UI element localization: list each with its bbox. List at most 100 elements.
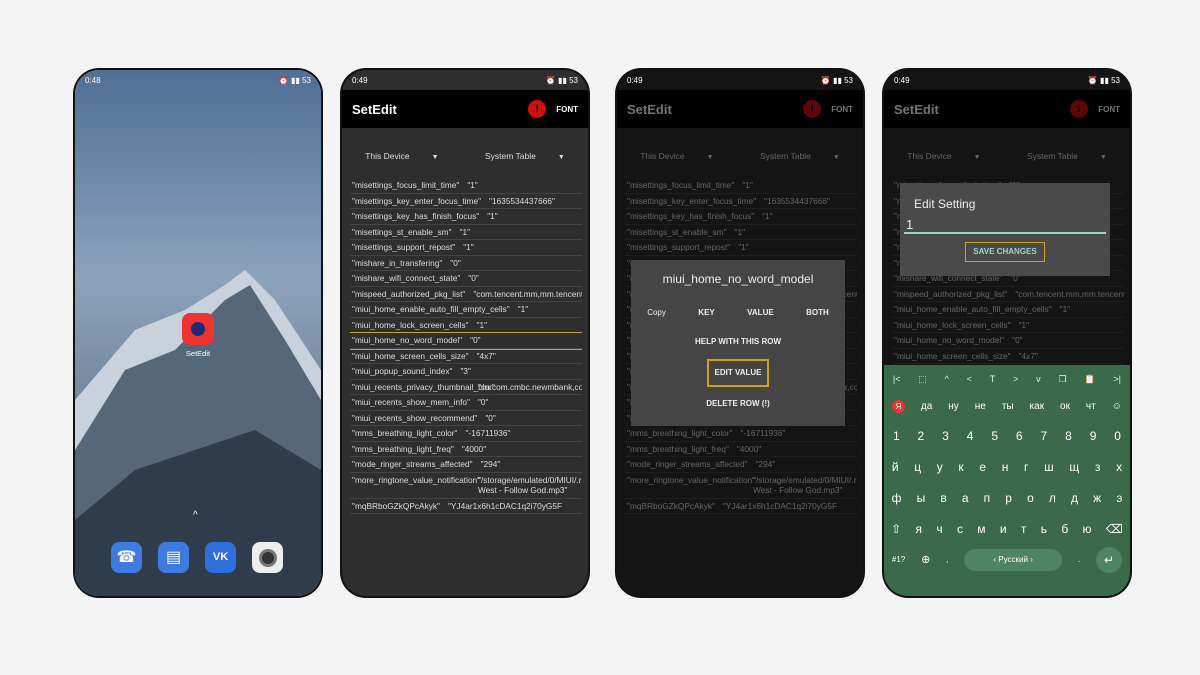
setting-row[interactable]: "miui_home_screen_cells_size" "4x7": [350, 349, 582, 364]
copy-both-button[interactable]: BOTH: [806, 308, 829, 317]
setting-row[interactable]: "miui_recents_show_mem_info" "0": [350, 395, 582, 411]
phone-app-icon[interactable]: ☎: [111, 542, 142, 573]
setting-row[interactable]: "miui_recents_show_recommend" "0": [350, 411, 582, 426]
help-button[interactable]: HELP WITH THIS ROW: [631, 337, 845, 346]
key[interactable]: >: [1013, 374, 1018, 384]
backspace-icon[interactable]: ⌫: [1106, 522, 1123, 536]
chevron-up-icon[interactable]: ^: [193, 510, 198, 521]
symbols-key[interactable]: #1?: [892, 555, 905, 564]
globe-icon[interactable]: ⊕: [921, 553, 930, 566]
font-button[interactable]: FONT: [556, 105, 578, 114]
key[interactable]: р: [1005, 491, 1012, 505]
key[interactable]: д: [1071, 491, 1078, 505]
key[interactable]: ж: [1093, 491, 1101, 505]
key[interactable]: 📋: [1084, 374, 1095, 385]
key[interactable]: б: [1061, 522, 1068, 536]
setting-row[interactable]: "misettings_focus_limit_time" "1": [350, 178, 582, 194]
key[interactable]: 8: [1065, 429, 1072, 443]
setting-row[interactable]: "mispeed_authorized_pkg_list" "com.tencen…: [350, 287, 582, 302]
key[interactable]: е: [979, 460, 986, 474]
enter-icon[interactable]: ↵: [1096, 546, 1123, 573]
key[interactable]: э: [1116, 491, 1122, 505]
key[interactable]: ну: [948, 401, 959, 412]
comma-key[interactable]: ,: [946, 555, 948, 564]
key[interactable]: ш: [1044, 460, 1054, 474]
key[interactable]: <: [967, 374, 972, 384]
setting-row[interactable]: "mishare_wifi_connect_state" "0": [350, 271, 582, 287]
key[interactable]: л: [1049, 491, 1056, 505]
key[interactable]: у: [937, 460, 943, 474]
key[interactable]: чт: [1086, 401, 1096, 412]
emoji-icon[interactable]: ☺: [1112, 401, 1122, 412]
setting-row[interactable]: "miui_recents_privacy_thumbnail_blur""cn…: [350, 380, 582, 395]
key[interactable]: 3: [942, 429, 949, 443]
key[interactable]: а: [962, 491, 969, 505]
key[interactable]: з: [1095, 460, 1101, 474]
setting-row[interactable]: "mms_breathing_light_color" "-16711936": [350, 426, 582, 442]
key[interactable]: о: [1027, 491, 1034, 505]
key[interactable]: ⬚: [918, 374, 927, 385]
key[interactable]: 4: [967, 429, 974, 443]
key[interactable]: ы: [917, 491, 926, 505]
period-key[interactable]: .: [1078, 555, 1080, 564]
setting-row[interactable]: "mqBRboGZkQPcAkyk" "YJ4ar1x6h1cDAC1q2i70y…: [350, 499, 582, 514]
alert-badge-icon[interactable]: !: [528, 100, 547, 118]
key[interactable]: т: [1021, 522, 1027, 536]
key[interactable]: 2: [918, 429, 925, 443]
setting-row[interactable]: "more_ringtone_value_notification""/stor…: [350, 473, 582, 499]
setting-row[interactable]: "misettings_st_enable_sm" "1": [350, 225, 582, 240]
key[interactable]: й: [892, 460, 899, 474]
key[interactable]: ц: [914, 460, 921, 474]
setting-row[interactable]: "mode_ringer_streams_affected" "294": [350, 457, 582, 473]
space-bar[interactable]: ‹ Русский ›: [964, 548, 1063, 571]
key[interactable]: щ: [1069, 460, 1079, 474]
edit-value-button[interactable]: EDIT VALUE: [707, 359, 769, 387]
device-select[interactable]: This Device▼: [365, 151, 438, 161]
copy-value-button[interactable]: VALUE: [747, 308, 774, 317]
key[interactable]: н: [1002, 460, 1009, 474]
key[interactable]: г: [1024, 460, 1028, 474]
key[interactable]: ф: [892, 491, 902, 505]
setting-row[interactable]: "miui_home_no_word_model" "0": [350, 332, 582, 350]
key[interactable]: 7: [1041, 429, 1048, 443]
vk-app-icon[interactable]: VK: [205, 542, 236, 573]
settings-list[interactable]: "misettings_focus_limit_time""1""misetti…: [350, 178, 582, 596]
save-changes-button[interactable]: SAVE CHANGES: [965, 242, 1045, 262]
copy-key-button[interactable]: KEY: [698, 308, 714, 317]
setting-row[interactable]: "miui_popup_sound_index" "3": [350, 364, 582, 380]
key[interactable]: х: [1116, 460, 1122, 474]
key[interactable]: и: [1000, 522, 1007, 536]
messages-app-icon[interactable]: ▤: [158, 542, 189, 573]
key[interactable]: как: [1030, 401, 1045, 412]
camera-app-icon[interactable]: [252, 542, 283, 573]
key[interactable]: ю: [1083, 522, 1092, 536]
setting-row[interactable]: "miui_home_enable_auto_fill_empty_cells"…: [350, 302, 582, 318]
key[interactable]: да: [921, 401, 932, 412]
delete-row-button[interactable]: DELETE ROW (!): [631, 399, 845, 408]
setedit-app-icon[interactable]: [182, 313, 214, 345]
key[interactable]: ок: [1060, 401, 1070, 412]
setting-row[interactable]: "misettings_key_enter_focus_time" "163553…: [350, 194, 582, 209]
key[interactable]: я: [916, 522, 923, 536]
setting-row[interactable]: "mishare_in_transfering" "0": [350, 256, 582, 271]
key[interactable]: ❐: [1058, 374, 1066, 385]
key[interactable]: ^: [945, 374, 949, 384]
key[interactable]: в: [940, 491, 946, 505]
key[interactable]: ч: [936, 522, 942, 536]
key[interactable]: ь: [1041, 522, 1047, 536]
setting-row[interactable]: "misettings_support_repost" "1": [350, 240, 582, 256]
key[interactable]: п: [984, 491, 991, 505]
key[interactable]: 5: [991, 429, 998, 443]
key[interactable]: ты: [1002, 401, 1014, 412]
setting-row[interactable]: "misettings_key_has_finish_focus" "1": [350, 209, 582, 225]
key[interactable]: 1: [893, 429, 900, 443]
key[interactable]: 0: [1114, 429, 1121, 443]
shift-icon[interactable]: ⇧: [891, 522, 901, 536]
key[interactable]: не: [975, 401, 986, 412]
key[interactable]: к: [958, 460, 963, 474]
key[interactable]: T: [990, 374, 996, 384]
key[interactable]: |<: [893, 374, 901, 384]
table-select[interactable]: System Table▼: [485, 151, 565, 161]
value-input[interactable]: 1: [904, 217, 1106, 234]
key[interactable]: 9: [1090, 429, 1097, 443]
